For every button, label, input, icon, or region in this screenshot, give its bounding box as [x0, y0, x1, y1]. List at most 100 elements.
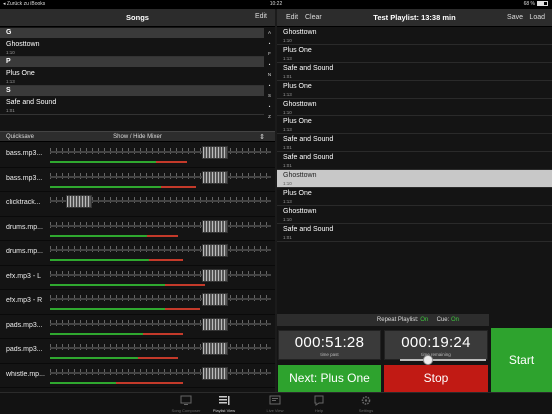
tab-label: Live View [266, 408, 284, 413]
track-name: drums.mp... [6, 248, 43, 255]
position-slider-thumb[interactable] [423, 355, 433, 365]
playlist-item[interactable]: Plus One 1:13 [277, 188, 552, 206]
playlist-item[interactable]: Ghosttown 1:10 [277, 27, 552, 45]
playlist-icon [219, 396, 230, 405]
section-header-p: P [0, 57, 264, 67]
index-letter[interactable]: • [264, 102, 275, 113]
volume-slider-track[interactable] [50, 273, 271, 276]
volume-fader-knob[interactable] [202, 317, 229, 331]
index-letter[interactable]: • [264, 81, 275, 92]
playlist-item[interactable]: Ghosttown 1:10 [277, 99, 552, 117]
songs-header: Songs Edit [0, 9, 275, 27]
songs-edit-button[interactable]: Edit [255, 13, 267, 20]
tab-settings[interactable]: Settings [346, 395, 386, 413]
index-letter[interactable]: Z [264, 112, 275, 123]
volume-slider-track[interactable] [50, 151, 271, 153]
playlist-item[interactable]: Safe and Sound 1:01 [277, 63, 552, 81]
playlist-save-button[interactable]: Save [507, 14, 523, 21]
volume-fader-knob[interactable] [202, 244, 229, 257]
start-button[interactable]: Start [491, 328, 552, 392]
level-meter-red [138, 357, 179, 359]
level-meter-red [142, 332, 183, 335]
volume-fader-knob[interactable] [65, 195, 92, 208]
tab-song-composer[interactable]: Song Composer [166, 395, 206, 413]
song-item[interactable]: Ghosttown 1:10 [0, 38, 264, 57]
playlist-item[interactable]: Ghosttown 1:10 [277, 206, 552, 224]
mixer-tracks: bass.mp3... bass.mp3... clicktrack... drums… [0, 143, 275, 388]
level-meter-red [147, 234, 179, 237]
song-duration: 1:01 [6, 108, 15, 113]
time-past-label: time past [320, 352, 339, 357]
track-name: efx.mp3 - L [6, 272, 42, 280]
playlist-item-name: Plus One [283, 82, 312, 90]
playlist-item-name: Plus One [283, 190, 312, 198]
index-letter[interactable]: F [264, 49, 275, 60]
volume-slider-track[interactable] [50, 371, 271, 374]
volume-slider-track[interactable] [50, 224, 271, 227]
index-letter[interactable]: A [264, 28, 275, 39]
song-duration: 1:10 [6, 50, 15, 55]
playlist-load-button[interactable]: Load [529, 14, 545, 21]
volume-slider-track[interactable] [50, 298, 271, 300]
song-item[interactable]: Plus One 1:13 [0, 67, 264, 86]
index-letter[interactable]: N [264, 70, 275, 81]
position-slider-track[interactable] [400, 359, 486, 361]
level-meter-red [156, 161, 188, 163]
volume-fader-knob[interactable] [202, 366, 229, 380]
tab-playlist-view[interactable]: Playlist View [204, 395, 244, 413]
index-letter[interactable]: • [264, 39, 275, 50]
stop-button[interactable]: Stop [384, 365, 488, 392]
tab-live-view[interactable]: Live View [255, 395, 295, 413]
playlist-item-name: Ghosttown [283, 207, 317, 215]
monitor-icon [180, 395, 192, 405]
playlist-item[interactable]: Safe and Sound 1:01 [277, 134, 552, 153]
time-remaining-value: 000:19:24 [401, 334, 471, 351]
help-icon [314, 395, 324, 406]
playlist-item-duration: 1:13 [283, 127, 292, 133]
sort-arrows-icon[interactable]: ⇕ [259, 133, 265, 141]
volume-fader-knob[interactable] [202, 146, 229, 159]
volume-slider-track[interactable] [50, 347, 271, 349]
mixer-track: drums.mp... [0, 241, 275, 266]
index-letter[interactable]: • [264, 60, 275, 71]
index-letter[interactable]: S [264, 91, 275, 102]
playlist-item-name: Safe and Sound [283, 64, 334, 72]
volume-fader-knob[interactable] [202, 342, 229, 355]
mixer-track: efx.mp3 - R [0, 290, 275, 315]
time-past-value: 000:51:28 [294, 334, 365, 351]
playlist-item-duration: 1:01 [283, 163, 292, 169]
track-name: bass.mp3... [6, 150, 43, 157]
level-meter-red [160, 185, 196, 188]
playlist-item-duration: 1:01 [283, 145, 292, 151]
volume-fader-knob[interactable] [202, 293, 229, 306]
playlist-item[interactable]: Safe and Sound 1:01 [277, 224, 552, 242]
mixer-track: pads.mp3... [0, 339, 275, 364]
tab-help[interactable]: Help [299, 395, 339, 413]
track-name: drums.mp... [6, 223, 43, 231]
playlist-item-duration: 1:10 [283, 109, 292, 115]
playlist-item[interactable]: Plus One 1:13 [277, 45, 552, 63]
mixer-toolbar: Quicksave Show / Hide Mixer ⇕ [0, 131, 275, 142]
alphabet-index[interactable]: A • F • N • S • Z [264, 28, 275, 123]
song-item[interactable]: Safe and Sound 1:01 [0, 96, 264, 115]
playlist-item-name: Plus One [283, 46, 312, 54]
volume-slider-track[interactable] [50, 322, 271, 325]
mixer-track: bass.mp3... [0, 143, 275, 168]
next-song-button[interactable]: Next: Plus One [278, 365, 381, 392]
toggle-mixer-button[interactable]: Show / Hide Mixer [0, 134, 275, 140]
volume-fader-knob[interactable] [202, 170, 229, 184]
playlist-item[interactable]: Plus One 1:13 [277, 81, 552, 99]
playlist-item-duration: 1:10 [283, 38, 292, 43]
volume-fader-knob[interactable] [202, 219, 229, 233]
cue-toggle[interactable]: On [451, 317, 459, 323]
volume-slider-track[interactable] [50, 249, 271, 251]
playlist-item[interactable]: Safe and Sound 1:01 [277, 152, 552, 171]
playlist-item-name: Plus One [283, 118, 312, 126]
section-header-s: S [0, 86, 264, 96]
playlist-item[interactable]: Plus One 1:13 [277, 116, 552, 135]
volume-fader-knob[interactable] [202, 268, 229, 282]
time-remaining-display: 000:19:24 time remaining [384, 330, 488, 360]
playlist-item-selected[interactable]: Ghosttown 1:10 [277, 170, 552, 189]
volume-slider-track[interactable] [50, 175, 271, 178]
repeat-playlist-toggle[interactable]: On [420, 317, 428, 323]
